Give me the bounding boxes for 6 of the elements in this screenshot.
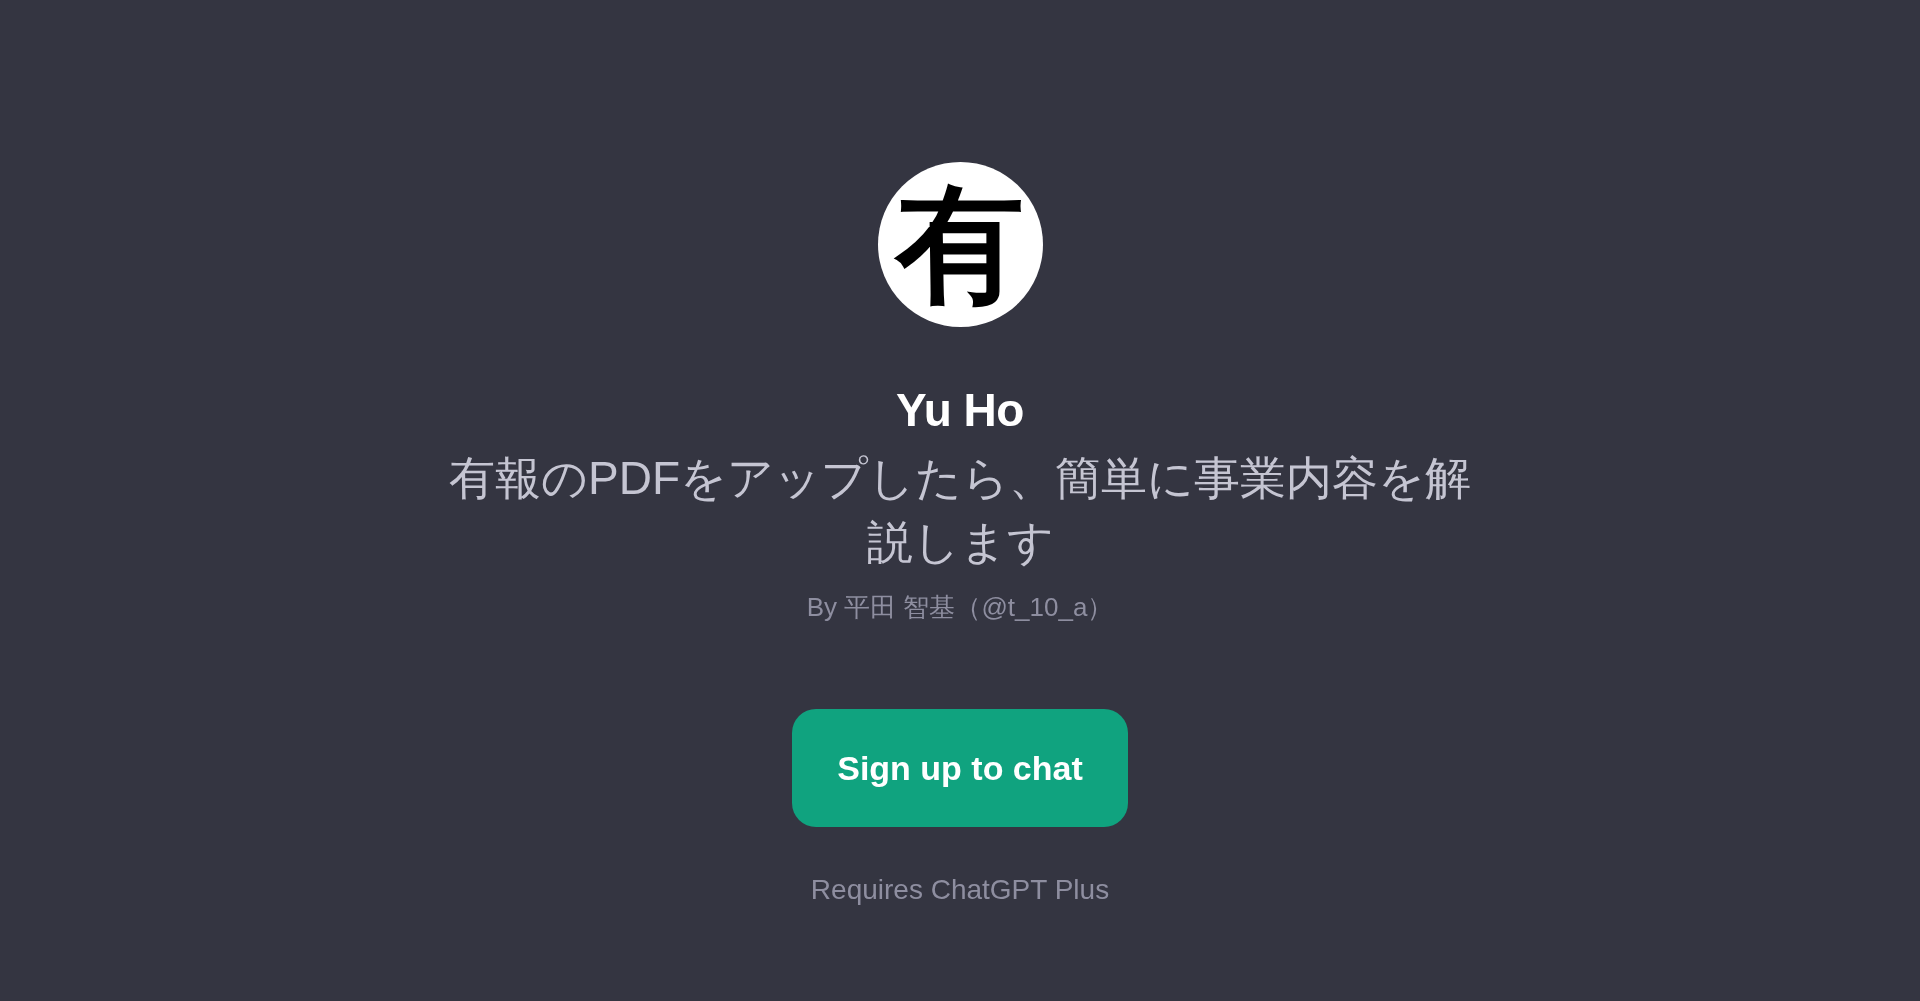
title: Yu Ho [896, 383, 1024, 438]
description: 有報のPDFをアップしたら、簡単に事業内容を解説します [448, 451, 1472, 571]
author-text: By 平田 智基（@t_10_a） [806, 591, 1114, 625]
requirement-note: Requires ChatGPT Plus [810, 873, 1110, 908]
sign-up-button[interactable]: Sign up to chat [792, 709, 1128, 828]
logo: 有 [877, 162, 1043, 327]
